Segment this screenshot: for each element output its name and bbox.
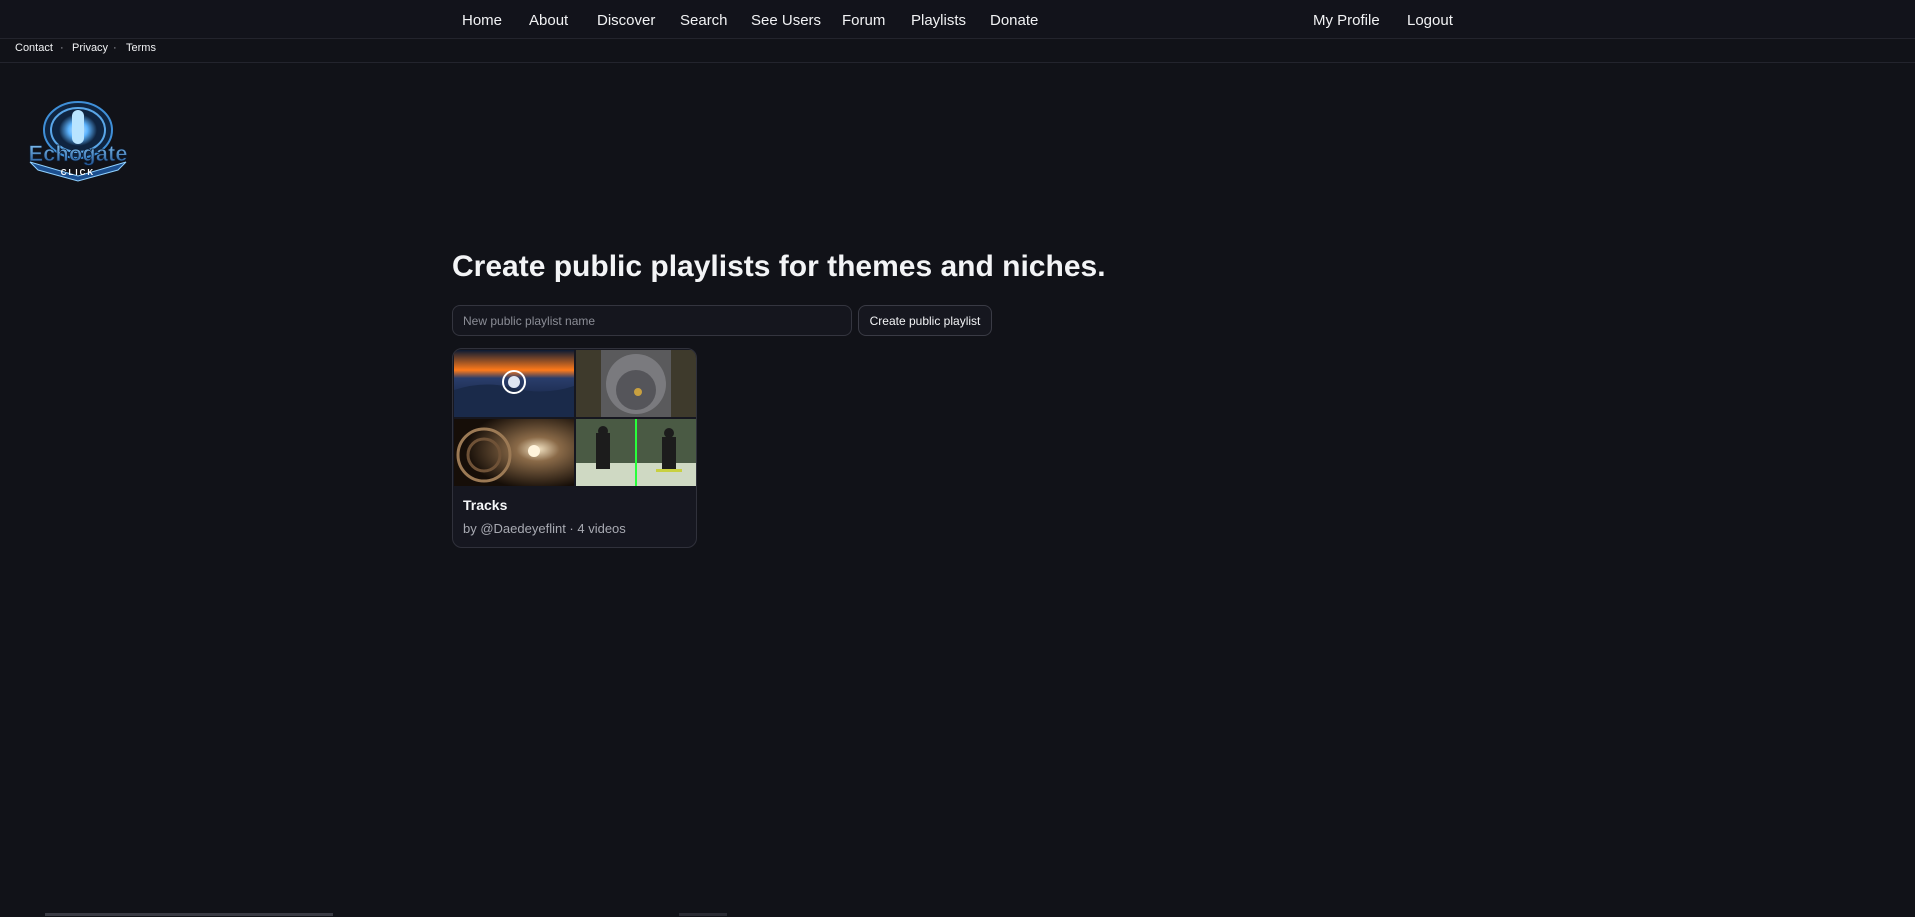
link-terms[interactable]: Terms — [126, 42, 156, 54]
nav-forum[interactable]: Forum — [842, 12, 885, 29]
nav-discover[interactable]: Discover — [597, 12, 655, 29]
nav-my-profile[interactable]: My Profile — [1313, 12, 1380, 29]
link-contact[interactable]: Contact — [15, 42, 53, 54]
scrollbar-segment — [679, 913, 727, 916]
video-thumbnail — [576, 419, 696, 486]
page-title: Create public playlists for themes and n… — [452, 250, 1106, 283]
nav-home[interactable]: Home — [462, 12, 502, 29]
video-thumbnail — [454, 350, 574, 417]
nav-search[interactable]: Search — [680, 12, 728, 29]
separator-dot: · — [113, 42, 117, 54]
playlist-card[interactable]: Tracks by @Daedeyeflint · 4 videos — [452, 348, 697, 548]
logo-subtext: CLICK — [61, 168, 95, 177]
nav-donate[interactable]: Donate — [990, 12, 1038, 29]
playlist-title[interactable]: Tracks — [463, 497, 507, 513]
link-privacy[interactable]: Privacy — [72, 42, 108, 54]
site-logo[interactable]: Echogate CLICK — [22, 100, 134, 182]
secondary-navigation — [0, 39, 1915, 63]
logo-text: Echogate — [28, 141, 127, 166]
playlist-meta: by @Daedeyeflint · 4 videos — [463, 521, 626, 536]
nav-playlists[interactable]: Playlists — [911, 12, 966, 29]
video-thumbnail — [576, 350, 696, 417]
echogate-logo-icon: Echogate CLICK — [28, 101, 128, 182]
nav-about[interactable]: About — [529, 12, 568, 29]
nav-see-users[interactable]: See Users — [751, 12, 821, 29]
separator-dot: · — [60, 42, 64, 54]
horizontal-scrollbar[interactable] — [45, 913, 333, 916]
video-thumbnail — [454, 419, 574, 486]
playlist-name-input[interactable] — [452, 305, 852, 336]
playlist-thumbnail-grid — [453, 349, 696, 487]
create-playlist-button[interactable]: Create public playlist — [858, 305, 992, 336]
nav-logout[interactable]: Logout — [1407, 12, 1453, 29]
